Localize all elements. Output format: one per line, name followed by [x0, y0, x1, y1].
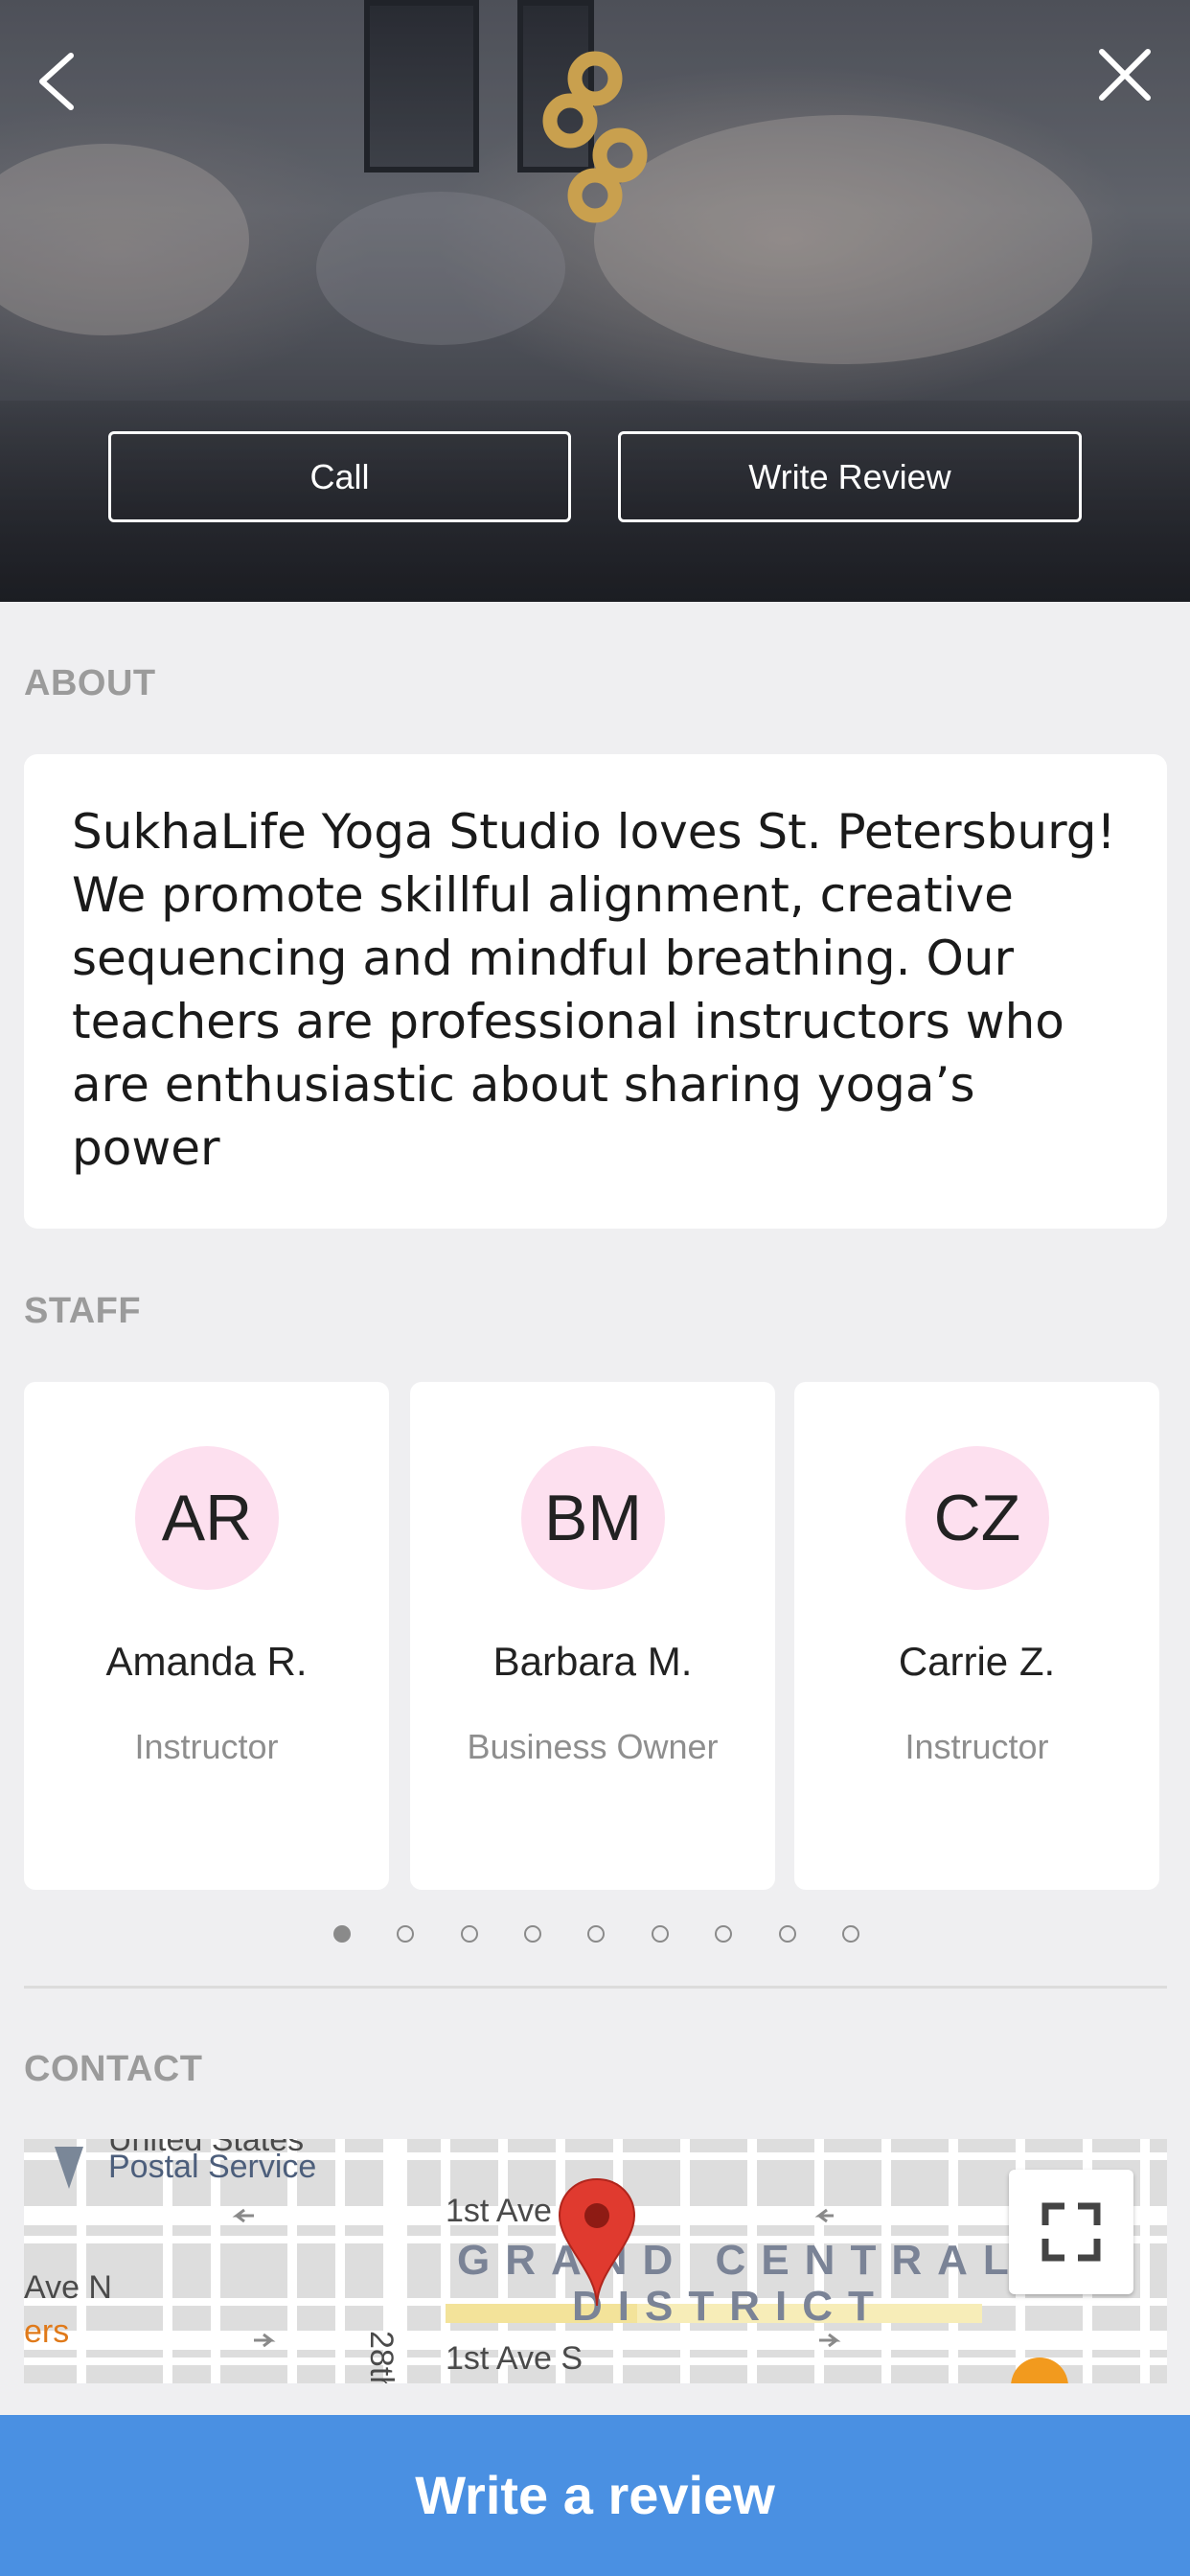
map-poi-label: ers: [24, 2313, 70, 2350]
hero-banner: Call Write Review: [0, 0, 1190, 602]
about-section-title: ABOUT: [24, 663, 156, 703]
staff-role: Instructor: [134, 1727, 279, 1766]
staff-name: Barbara M.: [492, 1639, 693, 1684]
staff-card[interactable]: AR Amanda R. Instructor: [24, 1382, 389, 1890]
call-button[interactable]: Call: [108, 431, 571, 522]
close-icon: [1099, 49, 1151, 101]
write-a-review-button[interactable]: Write a review: [0, 2415, 1190, 2576]
studio-logo: [537, 50, 653, 226]
location-map[interactable]: United States Postal Service Ave N 1st A…: [24, 2139, 1167, 2383]
map-poi-label: Postal Service: [108, 2149, 317, 2185]
map-street-label: 28th: [363, 2331, 400, 2383]
avatar: BM: [521, 1446, 665, 1590]
pagination-dot-6[interactable]: [652, 1925, 669, 1943]
close-button[interactable]: [1094, 44, 1156, 105]
map-street-label: Ave N: [24, 2269, 112, 2306]
fullscreen-icon: [1041, 2202, 1101, 2262]
pagination-dot-7[interactable]: [715, 1925, 732, 1943]
section-divider: [24, 1986, 1167, 1989]
about-card: SukhaLife Yoga Studio loves St. Petersbu…: [24, 754, 1167, 1229]
map-street-label: 1st Ave S: [446, 2340, 584, 2377]
pagination-dot-2[interactable]: [397, 1925, 414, 1943]
pagination-dot-5[interactable]: [587, 1925, 605, 1943]
staff-card[interactable]: BM Barbara M. Business Owner: [410, 1382, 775, 1890]
staff-role: Instructor: [904, 1727, 1049, 1766]
infinity-knot-logo: [542, 51, 648, 223]
pagination-dot-3[interactable]: [461, 1925, 478, 1943]
pagination-dot-9[interactable]: [842, 1925, 859, 1943]
map-fullscreen-button[interactable]: [1009, 2170, 1133, 2294]
staff-pagination: [0, 1925, 1190, 1944]
staff-role: Business Owner: [467, 1727, 719, 1766]
pagination-dot-4[interactable]: [524, 1925, 541, 1943]
map-pin-icon[interactable]: [556, 2175, 638, 2310]
avatar: AR: [135, 1446, 279, 1590]
pagination-dot-8[interactable]: [779, 1925, 796, 1943]
staff-section-title: STAFF: [24, 1291, 142, 1331]
about-description: SukhaLife Yoga Studio loves St. Petersbu…: [72, 804, 1116, 1176]
avatar: CZ: [905, 1446, 1049, 1590]
write-review-button[interactable]: Write Review: [618, 431, 1082, 522]
contact-section-title: CONTACT: [24, 2049, 203, 2089]
staff-card[interactable]: CZ Carrie Z. Instructor: [794, 1382, 1159, 1890]
pagination-dot-1[interactable]: [333, 1925, 351, 1943]
back-button[interactable]: [29, 48, 86, 115]
chevron-left-icon: [39, 53, 74, 110]
staff-name: Carrie Z.: [898, 1639, 1056, 1684]
staff-name: Amanda R.: [105, 1639, 308, 1684]
map-district-label: GRAND CENTRAL: [457, 2237, 1024, 2284]
